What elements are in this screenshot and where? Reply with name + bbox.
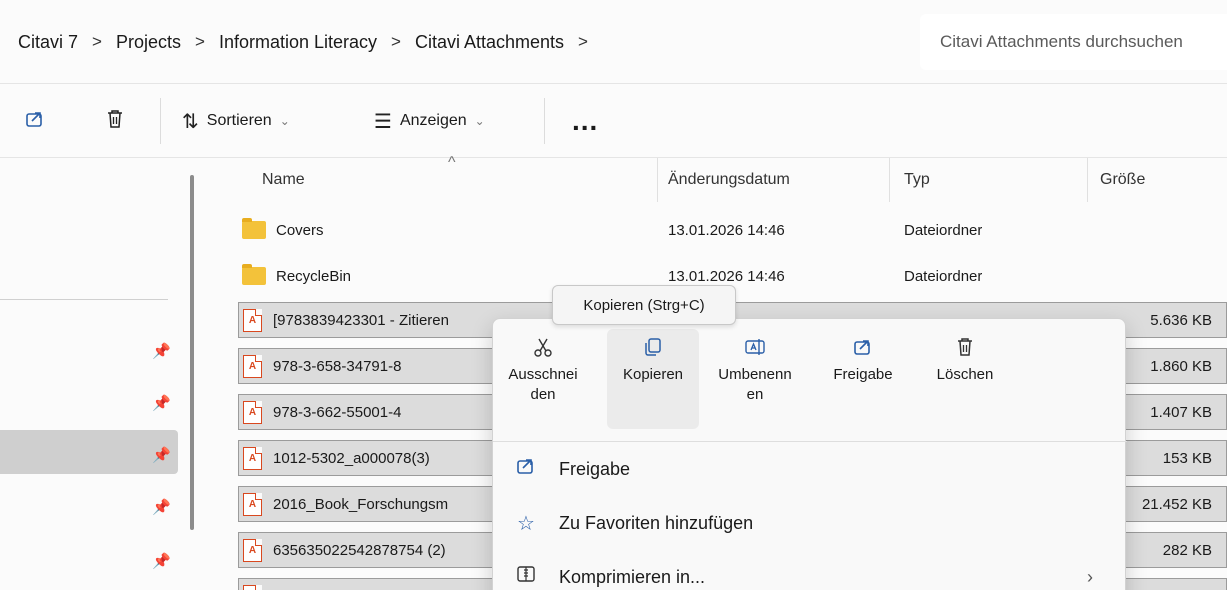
breadcrumb-item-projects[interactable]: Projects [106,32,191,53]
column-header-name[interactable]: Name [262,158,658,202]
chevron-down-icon: ⌄ [279,114,290,128]
delete-button[interactable] [104,84,126,158]
pdf-icon: A [243,308,262,332]
file-name: 978-3-662-55001-4 [273,403,402,421]
command-bar: ⇅ Sortieren ⌄ ☰ Anzeigen ⌄ ... [0,84,1227,158]
rename-label-line2: en [746,386,764,403]
breadcrumb-item-citavi-attachments[interactable]: Citavi Attachments [405,32,574,53]
share-icon [24,108,46,135]
breadcrumb-separator[interactable]: > [191,32,209,52]
menu-item-compress[interactable]: Komprimieren in... › [513,552,1113,590]
view-label: Anzeigen [399,112,467,129]
file-date: 13.01.2026 14:46 [668,221,785,239]
pdf-icon: A [243,492,262,516]
breadcrumb-separator[interactable]: > [88,32,106,52]
trash-icon [954,329,976,365]
breadcrumb-item-information-literacy[interactable]: Information Literacy [209,32,387,53]
folder-icon [242,218,266,239]
pdf-icon: A [243,538,262,562]
file-type: Dateiordner [904,221,983,239]
trash-icon [104,108,126,135]
file-name: RecycleBin [276,267,352,285]
rename-button[interactable]: Umbenenn en [709,329,801,429]
copy-button[interactable]: Kopieren [607,329,699,429]
file-name: 635635022542878754 (2) [273,541,446,559]
file-name: Covers [276,221,324,239]
toolbar-divider [544,98,545,144]
navigation-pane: 📌 📌 📌 📌 📌 [0,158,190,590]
cut-label-line2: den [530,386,556,403]
toolbar-divider [160,98,161,144]
nav-scrollbar[interactable] [190,175,194,530]
menu-item-label: Zu Favoriten hinzufügen [559,512,754,533]
breadcrumb-item-citavi7[interactable]: Citavi 7 [8,32,88,53]
pdf-icon: A [243,400,262,424]
share-label: Freigabe [833,366,893,383]
sort-icon: ⇅ [182,110,199,133]
pdf-icon: A [243,354,262,378]
cut-label-line1: Ausschnei [508,366,578,383]
search-input[interactable]: Citavi Attachments durchsuchen [920,14,1227,70]
copy-label: Kopieren [622,366,684,383]
breadcrumb-separator[interactable]: > [387,32,405,52]
copy-icon [642,329,664,365]
file-size: 1.860 KB [1150,357,1212,375]
list-item[interactable]: Covers 13.01.2026 14:46 Dateiordner [238,212,1227,248]
file-name: 978-3-658-34791-8 [273,357,402,375]
folder-icon [242,264,266,285]
view-button[interactable]: ☰ Anzeigen ⌄ [374,84,485,158]
address-bar: Citavi 7 > Projects > Information Litera… [0,0,1227,84]
star-icon: ☆ [517,512,535,535]
menu-item-share[interactable]: Freigabe [513,444,1113,494]
menu-item-label: Freigabe [559,458,631,479]
file-name: 2016_Book_Forschungsm [273,495,449,513]
column-header-type[interactable]: Typ [904,158,1088,202]
menu-divider [493,441,1127,442]
file-type: Dateiordner [904,267,983,285]
column-header-size[interactable]: Größe [1100,158,1220,202]
delete-quick-button[interactable]: Löschen [919,329,1011,429]
pin-icon[interactable]: 📌 [152,394,171,412]
share-icon [513,455,539,483]
view-list-icon: ☰ [374,110,392,133]
menu-item-label: Komprimieren in... [559,566,706,587]
share-icon [852,329,874,365]
file-size: 153 KB [1162,449,1212,467]
delete-label: Löschen [936,366,994,383]
menu-item-add-favorites[interactable]: ☆ Zu Favoriten hinzufügen [513,498,1113,548]
pin-icon[interactable]: 📌 [152,446,171,464]
file-size: 282 KB [1162,541,1212,559]
sort-label: Sortieren [206,112,272,129]
zip-icon [513,563,539,590]
context-menu: Ausschnei den Kopieren Umbenenn en Freig… [492,318,1127,590]
share-button[interactable] [24,84,46,158]
breadcrumb-separator[interactable]: > [574,32,592,52]
pin-icon[interactable]: 📌 [152,498,171,516]
cut-icon [532,329,554,365]
cut-button[interactable]: Ausschnei den [497,329,589,429]
chevron-down-icon: ⌄ [474,114,485,128]
rename-icon [744,329,766,365]
chevron-right-icon: › [1087,566,1093,587]
sort-button[interactable]: ⇅ Sortieren ⌄ [182,84,290,158]
copy-tooltip: Kopieren (Strg+C) [552,285,736,325]
more-options-button[interactable]: ... [572,84,598,158]
pdf-icon: A [243,584,262,590]
nav-divider [0,299,168,300]
breadcrumb: Citavi 7 > Projects > Information Litera… [8,14,904,70]
pin-icon[interactable]: 📌 [152,552,171,570]
column-header-date[interactable]: Änderungsdatum [668,158,890,202]
pin-icon[interactable]: 📌 [152,342,171,360]
pdf-icon: A [243,446,262,470]
file-size: 1.407 KB [1150,403,1212,421]
file-size: 5.636 KB [1150,311,1212,329]
share-quick-button[interactable]: Freigabe [817,329,909,429]
file-name: 1012-5302_a000078(3) [273,449,430,467]
file-size: 21.452 KB [1141,495,1212,513]
rename-label-line1: Umbenenn [718,366,792,383]
file-name: [9783839423301 - Zitieren [273,311,449,329]
